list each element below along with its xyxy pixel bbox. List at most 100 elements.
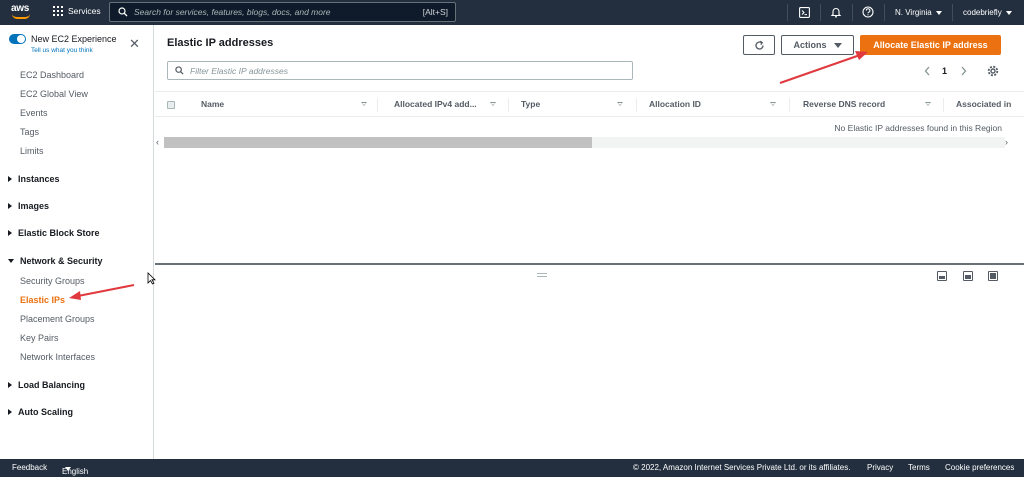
privacy-link[interactable]: Privacy <box>867 463 893 472</box>
column-divider[interactable] <box>377 98 378 112</box>
filter-input[interactable]: Filter Elastic IP addresses <box>167 61 633 80</box>
refresh-button[interactable] <box>743 35 775 55</box>
sort-icon[interactable] <box>361 102 367 106</box>
actions-button[interactable]: Actions <box>781 35 854 55</box>
horizontal-scrollbar[interactable]: ‹ › <box>155 137 1024 148</box>
column-divider[interactable] <box>943 98 944 112</box>
caret-down-icon <box>65 467 71 471</box>
sort-icon[interactable] <box>770 102 776 106</box>
sort-icon[interactable] <box>925 102 931 106</box>
page-title: Elastic IP addresses <box>167 37 274 49</box>
services-label: Services <box>68 6 101 16</box>
grid-icon <box>53 6 63 16</box>
sidebar-group-label: Load Balancing <box>18 380 86 390</box>
terms-link[interactable]: Terms <box>908 463 930 472</box>
sidebar-group-label: Elastic Block Store <box>18 228 100 238</box>
search-shortcut: [Alt+S] <box>422 7 448 17</box>
scroll-left-icon[interactable]: ‹ <box>156 137 159 147</box>
refresh-icon <box>754 40 764 50</box>
feedback-link[interactable]: Feedback <box>12 463 47 472</box>
caret-right-icon <box>8 409 12 415</box>
aws-logo-text: aws <box>11 3 30 14</box>
footer: Feedback English (US) © 2022, Amazon Int… <box>0 459 1024 485</box>
settings-icon[interactable] <box>987 65 999 77</box>
nav-divider <box>884 4 885 21</box>
column-divider[interactable] <box>789 98 790 112</box>
caret-right-icon <box>8 176 12 182</box>
account-label: codebriefly <box>963 8 1002 17</box>
sidebar-item-network-interfaces[interactable]: Network Interfaces <box>20 352 95 362</box>
sidebar-item-events[interactable]: Events <box>20 108 48 118</box>
sidebar-item-limits[interactable]: Limits <box>20 146 44 156</box>
sidebar-item-security-groups[interactable]: Security Groups <box>20 276 85 286</box>
aws-logo[interactable]: aws <box>11 3 35 21</box>
split-panel-handle[interactable] <box>537 273 547 277</box>
sidebar-group-auto-scaling[interactable]: Auto Scaling <box>8 407 73 417</box>
sidebar-item-tags[interactable]: Tags <box>20 127 39 137</box>
feedback-link[interactable]: Tell us what you think <box>31 47 93 54</box>
column-header-reverse-dns[interactable]: Reverse DNS record <box>803 99 885 109</box>
panel-bottom-icon[interactable] <box>937 271 947 281</box>
scroll-right-icon[interactable]: › <box>1005 137 1008 147</box>
region-label: N. Virginia <box>895 8 932 17</box>
sort-icon[interactable] <box>490 102 496 106</box>
panel-middle-icon[interactable] <box>963 271 973 281</box>
column-header-allocation-id[interactable]: Allocation ID <box>649 99 701 109</box>
sidebar-group-label: Instances <box>18 174 60 184</box>
nav-divider <box>952 4 953 21</box>
cloudshell-icon[interactable] <box>799 7 810 18</box>
search-placeholder: Search for services, features, blogs, do… <box>134 7 331 17</box>
copyright-text: © 2022, Amazon Internet Services Private… <box>633 463 851 472</box>
sidebar-group-images[interactable]: Images <box>8 201 49 211</box>
search-input[interactable]: Search for services, features, blogs, do… <box>109 2 456 22</box>
sidebar-group-load-balancing[interactable]: Load Balancing <box>8 380 85 390</box>
column-header-type[interactable]: Type <box>521 99 540 109</box>
column-header-allocated-ipv4[interactable]: Allocated IPv4 add... <box>394 99 477 109</box>
help-icon[interactable] <box>862 6 874 18</box>
scrollbar-thumb[interactable] <box>164 137 592 148</box>
caret-down-icon <box>8 259 14 263</box>
mouse-cursor-icon <box>147 272 156 285</box>
column-divider[interactable] <box>636 98 637 112</box>
sidebar-item-key-pairs[interactable]: Key Pairs <box>20 333 59 343</box>
allocate-elastic-ip-button[interactable]: Allocate Elastic IP address <box>860 35 1001 55</box>
sidebar-item-ec2-dashboard[interactable]: EC2 Dashboard <box>20 70 84 80</box>
caret-right-icon <box>8 230 12 236</box>
new-experience-label: New EC2 Experience <box>31 34 117 44</box>
column-header-name[interactable]: Name <box>201 99 224 109</box>
bell-icon[interactable] <box>830 6 842 18</box>
caret-down-icon <box>833 42 842 48</box>
region-selector[interactable]: N. Virginia <box>895 0 942 25</box>
table-header: Name Allocated IPv4 add... Type Allocati… <box>155 91 1024 117</box>
caret-right-icon <box>8 203 12 209</box>
sidebar-item-elastic-ips[interactable]: Elastic IPs <box>20 295 65 305</box>
column-divider[interactable] <box>508 98 509 112</box>
sidebar-item-ec2-global-view[interactable]: EC2 Global View <box>20 89 88 99</box>
chevron-right-icon[interactable] <box>960 66 967 76</box>
new-experience-toggle[interactable] <box>9 34 26 44</box>
sidebar-group-label: Images <box>18 201 50 211</box>
sidebar: New EC2 Experience Tell us what you thin… <box>0 25 154 459</box>
sidebar-group-ebs[interactable]: Elastic Block Store <box>8 228 100 238</box>
main-content: Elastic IP addresses Actions Allocate El… <box>155 25 1024 459</box>
page-number[interactable]: 1 <box>942 66 947 76</box>
select-all-checkbox[interactable] <box>167 101 175 109</box>
close-icon[interactable]: ✕ <box>129 37 140 50</box>
chevron-left-icon[interactable] <box>924 66 931 76</box>
caret-down-icon <box>1005 10 1012 15</box>
services-menu[interactable]: Services <box>53 6 101 16</box>
nav-divider <box>852 4 853 21</box>
cookie-preferences-link[interactable]: Cookie preferences <box>945 463 1014 472</box>
split-panel-divider[interactable] <box>155 263 1024 265</box>
sidebar-group-instances[interactable]: Instances <box>8 174 60 184</box>
sort-icon[interactable] <box>617 102 623 106</box>
new-experience-toggle-row[interactable]: New EC2 Experience <box>9 34 117 44</box>
allocate-label: Allocate Elastic IP address <box>873 40 988 50</box>
account-menu[interactable]: codebriefly <box>963 0 1012 25</box>
column-header-associated[interactable]: Associated in <box>956 99 1024 109</box>
panel-full-icon[interactable] <box>988 271 998 281</box>
sidebar-group-network-security[interactable]: Network & Security <box>8 256 103 266</box>
sidebar-group-label: Network & Security <box>20 256 103 266</box>
sidebar-item-placement-groups[interactable]: Placement Groups <box>20 314 95 324</box>
caret-right-icon <box>8 382 12 388</box>
